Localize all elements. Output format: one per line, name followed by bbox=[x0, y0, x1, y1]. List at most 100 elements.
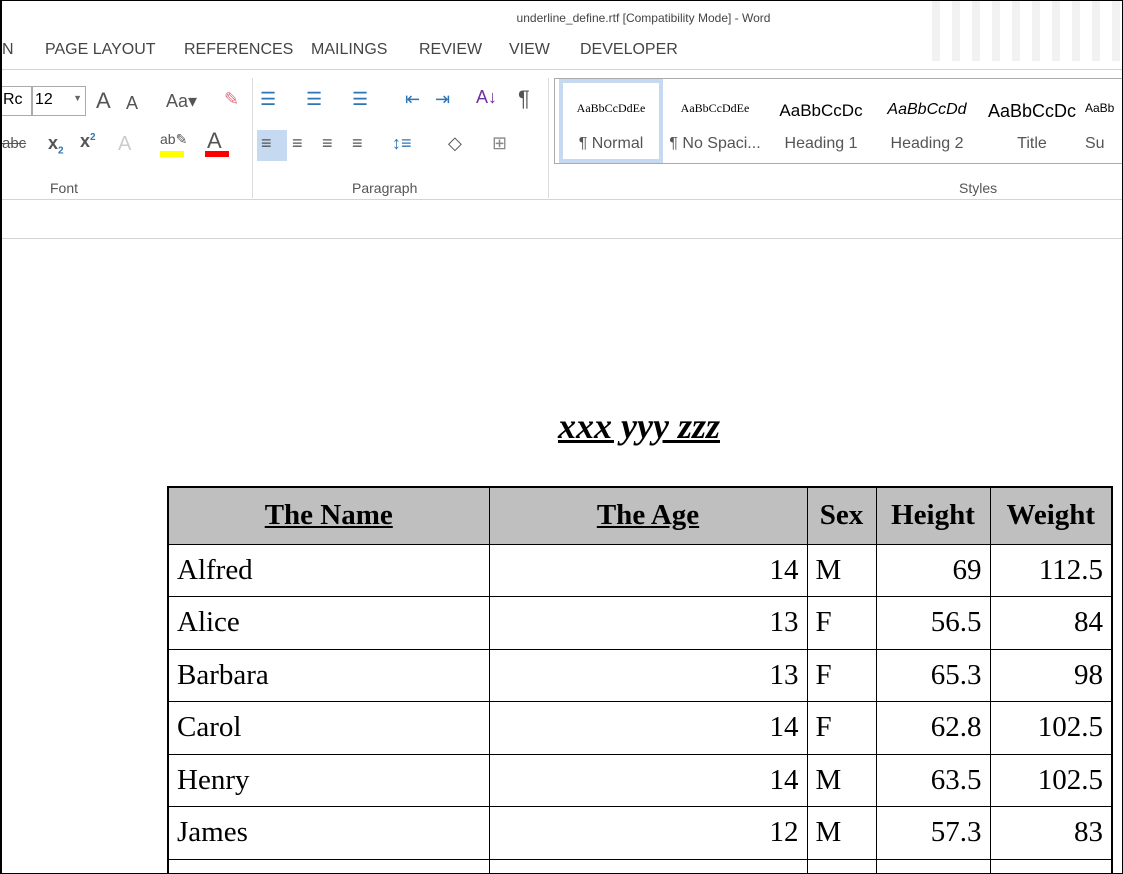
document-title: xxx yyy zzz bbox=[558, 406, 720, 446]
cell-age: 13 bbox=[488, 596, 808, 650]
increase-indent-icon[interactable]: ⇥ bbox=[435, 90, 450, 108]
cell-name: Alice bbox=[167, 596, 490, 650]
cell-weight: 102.5 bbox=[989, 753, 1113, 807]
style-preview: AaBbCcDc bbox=[779, 101, 863, 120]
font-size-value: 12 bbox=[35, 91, 53, 108]
cell-sex: F bbox=[806, 596, 877, 650]
decrease-indent-icon[interactable]: ⇤ bbox=[405, 90, 420, 108]
header-height: Height bbox=[875, 486, 991, 545]
cell-height: 62.8 bbox=[875, 701, 991, 755]
word-window: underline_define.rtf [Compatibility Mode… bbox=[0, 0, 1123, 874]
superscript-icon[interactable]: x2 bbox=[80, 132, 96, 150]
font-color-icon[interactable]: A bbox=[207, 130, 222, 152]
style-no-spacing[interactable]: AaBbCcDdEe ¶ No Spaci... bbox=[663, 79, 767, 163]
style-preview: AaBbCcDdEe bbox=[576, 101, 646, 115]
highlight-color-bar bbox=[160, 151, 184, 157]
clear-formatting-icon[interactable]: ✎ bbox=[224, 90, 239, 108]
cell-weight: 83 bbox=[989, 806, 1113, 860]
tab-design[interactable]: N bbox=[2, 41, 14, 59]
cell-height: 63.5 bbox=[875, 753, 991, 807]
cell-sex: M bbox=[806, 753, 877, 807]
shrink-font-icon[interactable]: A bbox=[126, 94, 138, 112]
separator bbox=[548, 78, 549, 198]
table-row-partial bbox=[167, 858, 1113, 873]
style-name: ¶ No Spaci... bbox=[669, 135, 761, 152]
bullets-icon[interactable]: ☰ bbox=[260, 90, 276, 108]
table-row: Henry 14 M 63.5 102.5 bbox=[167, 753, 1113, 807]
paragraph-group-label: Paragraph bbox=[352, 180, 418, 196]
multilevel-list-icon[interactable]: ☰ bbox=[352, 90, 368, 108]
style-heading-2[interactable]: AaBbCcDd Heading 2 bbox=[875, 79, 979, 163]
font-color-bar bbox=[205, 151, 229, 157]
style-normal[interactable]: AaBbCcDdEe ¶ Normal bbox=[559, 79, 663, 163]
header-text: The Name bbox=[264, 499, 393, 532]
cell-clipped bbox=[875, 858, 991, 873]
header-sex: Sex bbox=[806, 486, 877, 545]
font-name-value: Rc bbox=[3, 91, 23, 108]
header-weight: Weight bbox=[989, 486, 1113, 545]
tab-page-layout[interactable]: PAGE LAYOUT bbox=[45, 41, 156, 59]
cell-age: 14 bbox=[488, 753, 808, 807]
style-name: ¶ Normal bbox=[578, 135, 644, 152]
line-spacing-icon[interactable]: ↕≡ bbox=[392, 134, 412, 152]
strikethrough-icon[interactable]: abc bbox=[2, 136, 26, 151]
cell-age: 13 bbox=[488, 648, 808, 702]
shading-icon[interactable]: ◇ bbox=[448, 134, 462, 152]
change-case-icon[interactable]: Aa▾ bbox=[166, 92, 197, 110]
cell-name: Barbara bbox=[167, 648, 490, 702]
ribbon: Rc 12 ▼ A A Aa▾ ✎ abc x2 x2 A ab✎ A Font … bbox=[2, 69, 1122, 200]
font-group-label: Font bbox=[50, 180, 79, 196]
subscript-icon[interactable]: x2 bbox=[48, 134, 64, 157]
justify-icon[interactable]: ≡ bbox=[352, 134, 363, 152]
numbering-icon[interactable]: ☰ bbox=[306, 90, 322, 108]
style-preview: AaBb bbox=[1085, 101, 1115, 115]
highlight-icon[interactable]: ab✎ bbox=[160, 132, 187, 146]
cell-name: James bbox=[167, 806, 490, 860]
table-row: Carol 14 F 62.8 102.5 bbox=[167, 701, 1113, 755]
header-name: The Name bbox=[167, 486, 490, 545]
borders-icon[interactable]: ⊞ bbox=[492, 134, 507, 152]
ruler-area bbox=[2, 200, 1122, 239]
cell-age: 12 bbox=[488, 806, 808, 860]
style-title[interactable]: AaBbCcDc Title bbox=[980, 79, 1084, 163]
style-name: Su bbox=[1085, 135, 1105, 152]
table-header-row: The Name The Age Sex Height Weight bbox=[167, 486, 1113, 545]
cell-height: 57.3 bbox=[875, 806, 991, 860]
grow-font-icon[interactable]: A bbox=[96, 90, 111, 112]
show-formatting-icon[interactable]: ¶ bbox=[518, 88, 530, 110]
font-size-box[interactable]: 12 ▼ bbox=[32, 86, 86, 116]
align-left-icon: ≡ bbox=[261, 133, 272, 153]
tab-references[interactable]: REFERENCES bbox=[184, 41, 293, 59]
cell-weight: 84 bbox=[989, 596, 1113, 650]
sort-icon[interactable]: A↓ bbox=[476, 88, 497, 106]
cell-age: 14 bbox=[488, 701, 808, 755]
cell-weight: 112.5 bbox=[989, 543, 1113, 597]
cell-sex: F bbox=[806, 648, 877, 702]
window-title: underline_define.rtf [Compatibility Mode… bbox=[516, 11, 771, 25]
cell-clipped bbox=[989, 858, 1113, 873]
data-table: The Name The Age Sex Height Weight Alfre… bbox=[167, 486, 1113, 873]
align-right-icon[interactable]: ≡ bbox=[322, 134, 333, 152]
header-text: The Age bbox=[596, 499, 700, 532]
tab-mailings[interactable]: MAILINGS bbox=[311, 41, 387, 59]
style-subtitle[interactable]: AaBb Su bbox=[1085, 79, 1122, 163]
text-effects-icon[interactable]: A bbox=[118, 134, 131, 154]
tab-view[interactable]: VIEW bbox=[509, 41, 550, 59]
style-preview: AaBbCcDd bbox=[887, 101, 967, 118]
style-name: Heading 2 bbox=[890, 135, 964, 152]
cell-age: 14 bbox=[488, 543, 808, 597]
cell-name: Henry bbox=[167, 753, 490, 807]
font-name-box[interactable]: Rc bbox=[2, 86, 32, 116]
cell-name: Alfred bbox=[167, 543, 490, 597]
style-heading-1[interactable]: AaBbCcDc Heading 1 bbox=[769, 79, 873, 163]
style-preview: AaBbCcDc bbox=[987, 101, 1077, 121]
align-center-icon[interactable]: ≡ bbox=[292, 134, 303, 152]
table-row: Alfred 14 M 69 112.5 bbox=[167, 543, 1113, 597]
styles-group-label: Styles bbox=[959, 180, 998, 196]
table-row: Barbara 13 F 65.3 98 bbox=[167, 648, 1113, 702]
cell-height: 69 bbox=[875, 543, 991, 597]
tab-review[interactable]: REVIEW bbox=[419, 41, 482, 59]
tab-developer[interactable]: DEVELOPER bbox=[580, 41, 678, 59]
style-name: Heading 1 bbox=[784, 135, 858, 152]
cell-sex: F bbox=[806, 701, 877, 755]
